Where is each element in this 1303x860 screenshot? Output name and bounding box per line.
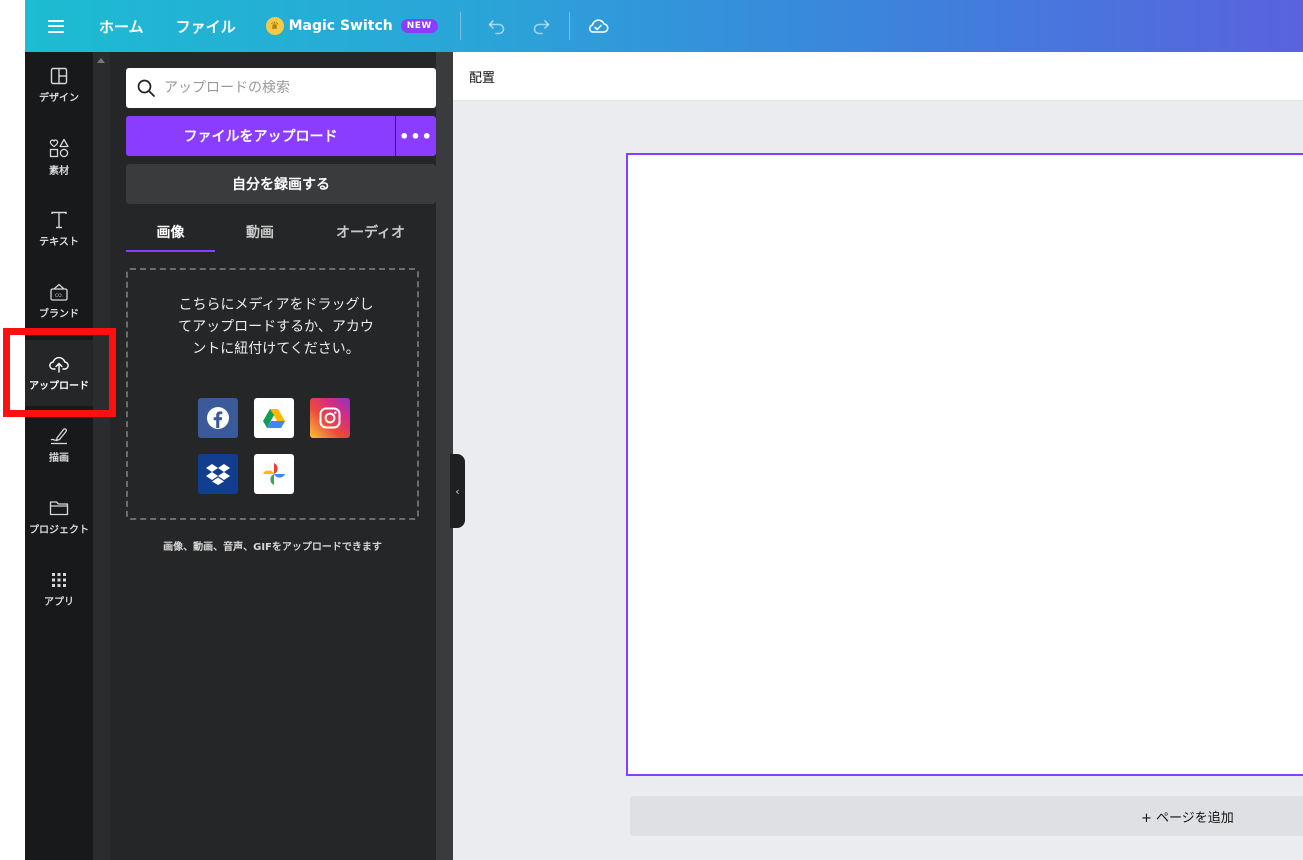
folder-icon xyxy=(49,501,69,516)
undo-icon xyxy=(488,20,505,35)
google-photos-icon xyxy=(263,463,285,485)
dropzone-text: こちらにメディアをドラッグしてアップロードするか、アカウントに紐付けてください。 xyxy=(178,297,374,357)
apps-grid-icon xyxy=(52,573,66,587)
upload-cloud-icon xyxy=(49,356,69,373)
record-yourself-button[interactable]: 自分を録画する xyxy=(126,164,436,204)
upload-dropzone[interactable]: こちらにメディアをドラッグしてアップロードするか、アカウントに紐付けてください。 xyxy=(126,268,419,520)
brand-icon: CO. xyxy=(50,283,68,301)
google-photos-button[interactable] xyxy=(254,454,294,494)
toolbar-divider-2 xyxy=(568,12,570,40)
dropbox-button[interactable] xyxy=(198,454,238,494)
hamburger-icon xyxy=(48,19,64,33)
new-badge: NEW xyxy=(400,19,438,33)
design-page[interactable] xyxy=(626,153,1303,776)
instagram-icon xyxy=(319,407,341,429)
rail-item-design[interactable]: デザイン xyxy=(25,52,93,118)
rail-item-brand[interactable]: CO. ブランド xyxy=(25,268,93,334)
rail-label-upload: アップロード xyxy=(29,381,89,392)
text-icon xyxy=(51,211,67,229)
position-button[interactable]: 配置 xyxy=(469,67,495,86)
toolbar-divider xyxy=(459,12,461,40)
magic-switch-label: Magic Switch xyxy=(288,18,393,34)
tab-images[interactable]: 画像 xyxy=(126,212,215,252)
elements-icon xyxy=(49,138,69,158)
cloud-check-icon xyxy=(588,19,609,33)
editor-toolbar: 配置 xyxy=(453,52,1303,101)
crown-icon: ♛ xyxy=(265,17,284,35)
svg-text:CO.: CO. xyxy=(55,293,63,299)
rail-label-design: デザイン xyxy=(39,93,79,104)
rail-label-brand: ブランド xyxy=(39,309,79,320)
panel-scrollbar[interactable] xyxy=(93,52,110,860)
instagram-button[interactable] xyxy=(310,398,350,438)
rail-item-elements[interactable]: 素材 xyxy=(25,124,93,190)
upload-files-button[interactable]: ファイルをアップロード xyxy=(126,116,395,156)
add-page-button[interactable]: + ページを追加 xyxy=(630,796,1303,836)
rail-item-projects[interactable]: プロジェクト xyxy=(25,484,93,550)
search-input[interactable] xyxy=(164,80,414,96)
upload-panel: ファイルをアップロード ••• 自分を録画する 画像 動画 オーディオ こちらに… xyxy=(110,52,453,860)
rail-label-elements: 素材 xyxy=(49,166,69,177)
rail-label-draw: 描画 xyxy=(49,453,69,464)
add-page-label: + ページを追加 xyxy=(1141,810,1234,826)
search-icon xyxy=(137,79,155,97)
rail-label-projects: プロジェクト xyxy=(29,525,89,536)
home-link[interactable]: ホーム xyxy=(87,16,164,37)
search-box[interactable] xyxy=(126,68,436,108)
file-menu[interactable]: ファイル xyxy=(164,16,256,37)
undo-button[interactable] xyxy=(475,0,519,52)
menu-button[interactable] xyxy=(25,0,87,52)
rail-item-text[interactable]: テキスト xyxy=(25,196,93,262)
upload-more-button[interactable]: ••• xyxy=(396,116,436,156)
rail-item-upload[interactable]: アップロード xyxy=(25,340,93,406)
top-bar: ホーム ファイル ♛ Magic Switch NEW xyxy=(25,0,1303,52)
magic-switch-button[interactable]: ♛ Magic Switch NEW xyxy=(265,17,438,35)
dropbox-icon xyxy=(206,464,230,485)
rail-label-apps: アプリ xyxy=(44,597,74,608)
facebook-icon xyxy=(207,407,229,429)
save-status-button[interactable] xyxy=(576,0,620,52)
facebook-button[interactable] xyxy=(198,398,238,438)
rail-item-draw[interactable]: 描画 xyxy=(25,412,93,478)
redo-icon xyxy=(533,20,550,35)
layout-icon xyxy=(50,67,68,85)
redo-button[interactable] xyxy=(519,0,563,52)
chevron-left-icon: ‹ xyxy=(455,484,460,498)
app-root: ホーム ファイル ♛ Magic Switch NEW デザイン 素材 テキスト… xyxy=(0,0,1303,860)
media-tabs: 画像 動画 オーディオ xyxy=(126,212,436,252)
google-drive-icon xyxy=(263,409,285,428)
draw-icon xyxy=(50,428,67,445)
google-drive-button[interactable] xyxy=(254,398,294,438)
tab-videos[interactable]: 動画 xyxy=(215,212,305,252)
upload-hint-text: 画像、動画、音声、GIFをアップロードできます xyxy=(163,542,382,553)
tab-audio[interactable]: オーディオ xyxy=(305,212,436,252)
left-gutter xyxy=(0,0,25,860)
side-rail: デザイン 素材 テキスト CO. ブランド アップロード 描画 プロジェクト ア xyxy=(25,52,93,860)
canvas-workspace: + ページを追加 xyxy=(453,101,1303,860)
collapse-panel-button[interactable]: ‹ xyxy=(450,454,465,528)
rail-label-text: テキスト xyxy=(39,237,79,248)
rail-item-apps[interactable]: アプリ xyxy=(25,556,93,622)
